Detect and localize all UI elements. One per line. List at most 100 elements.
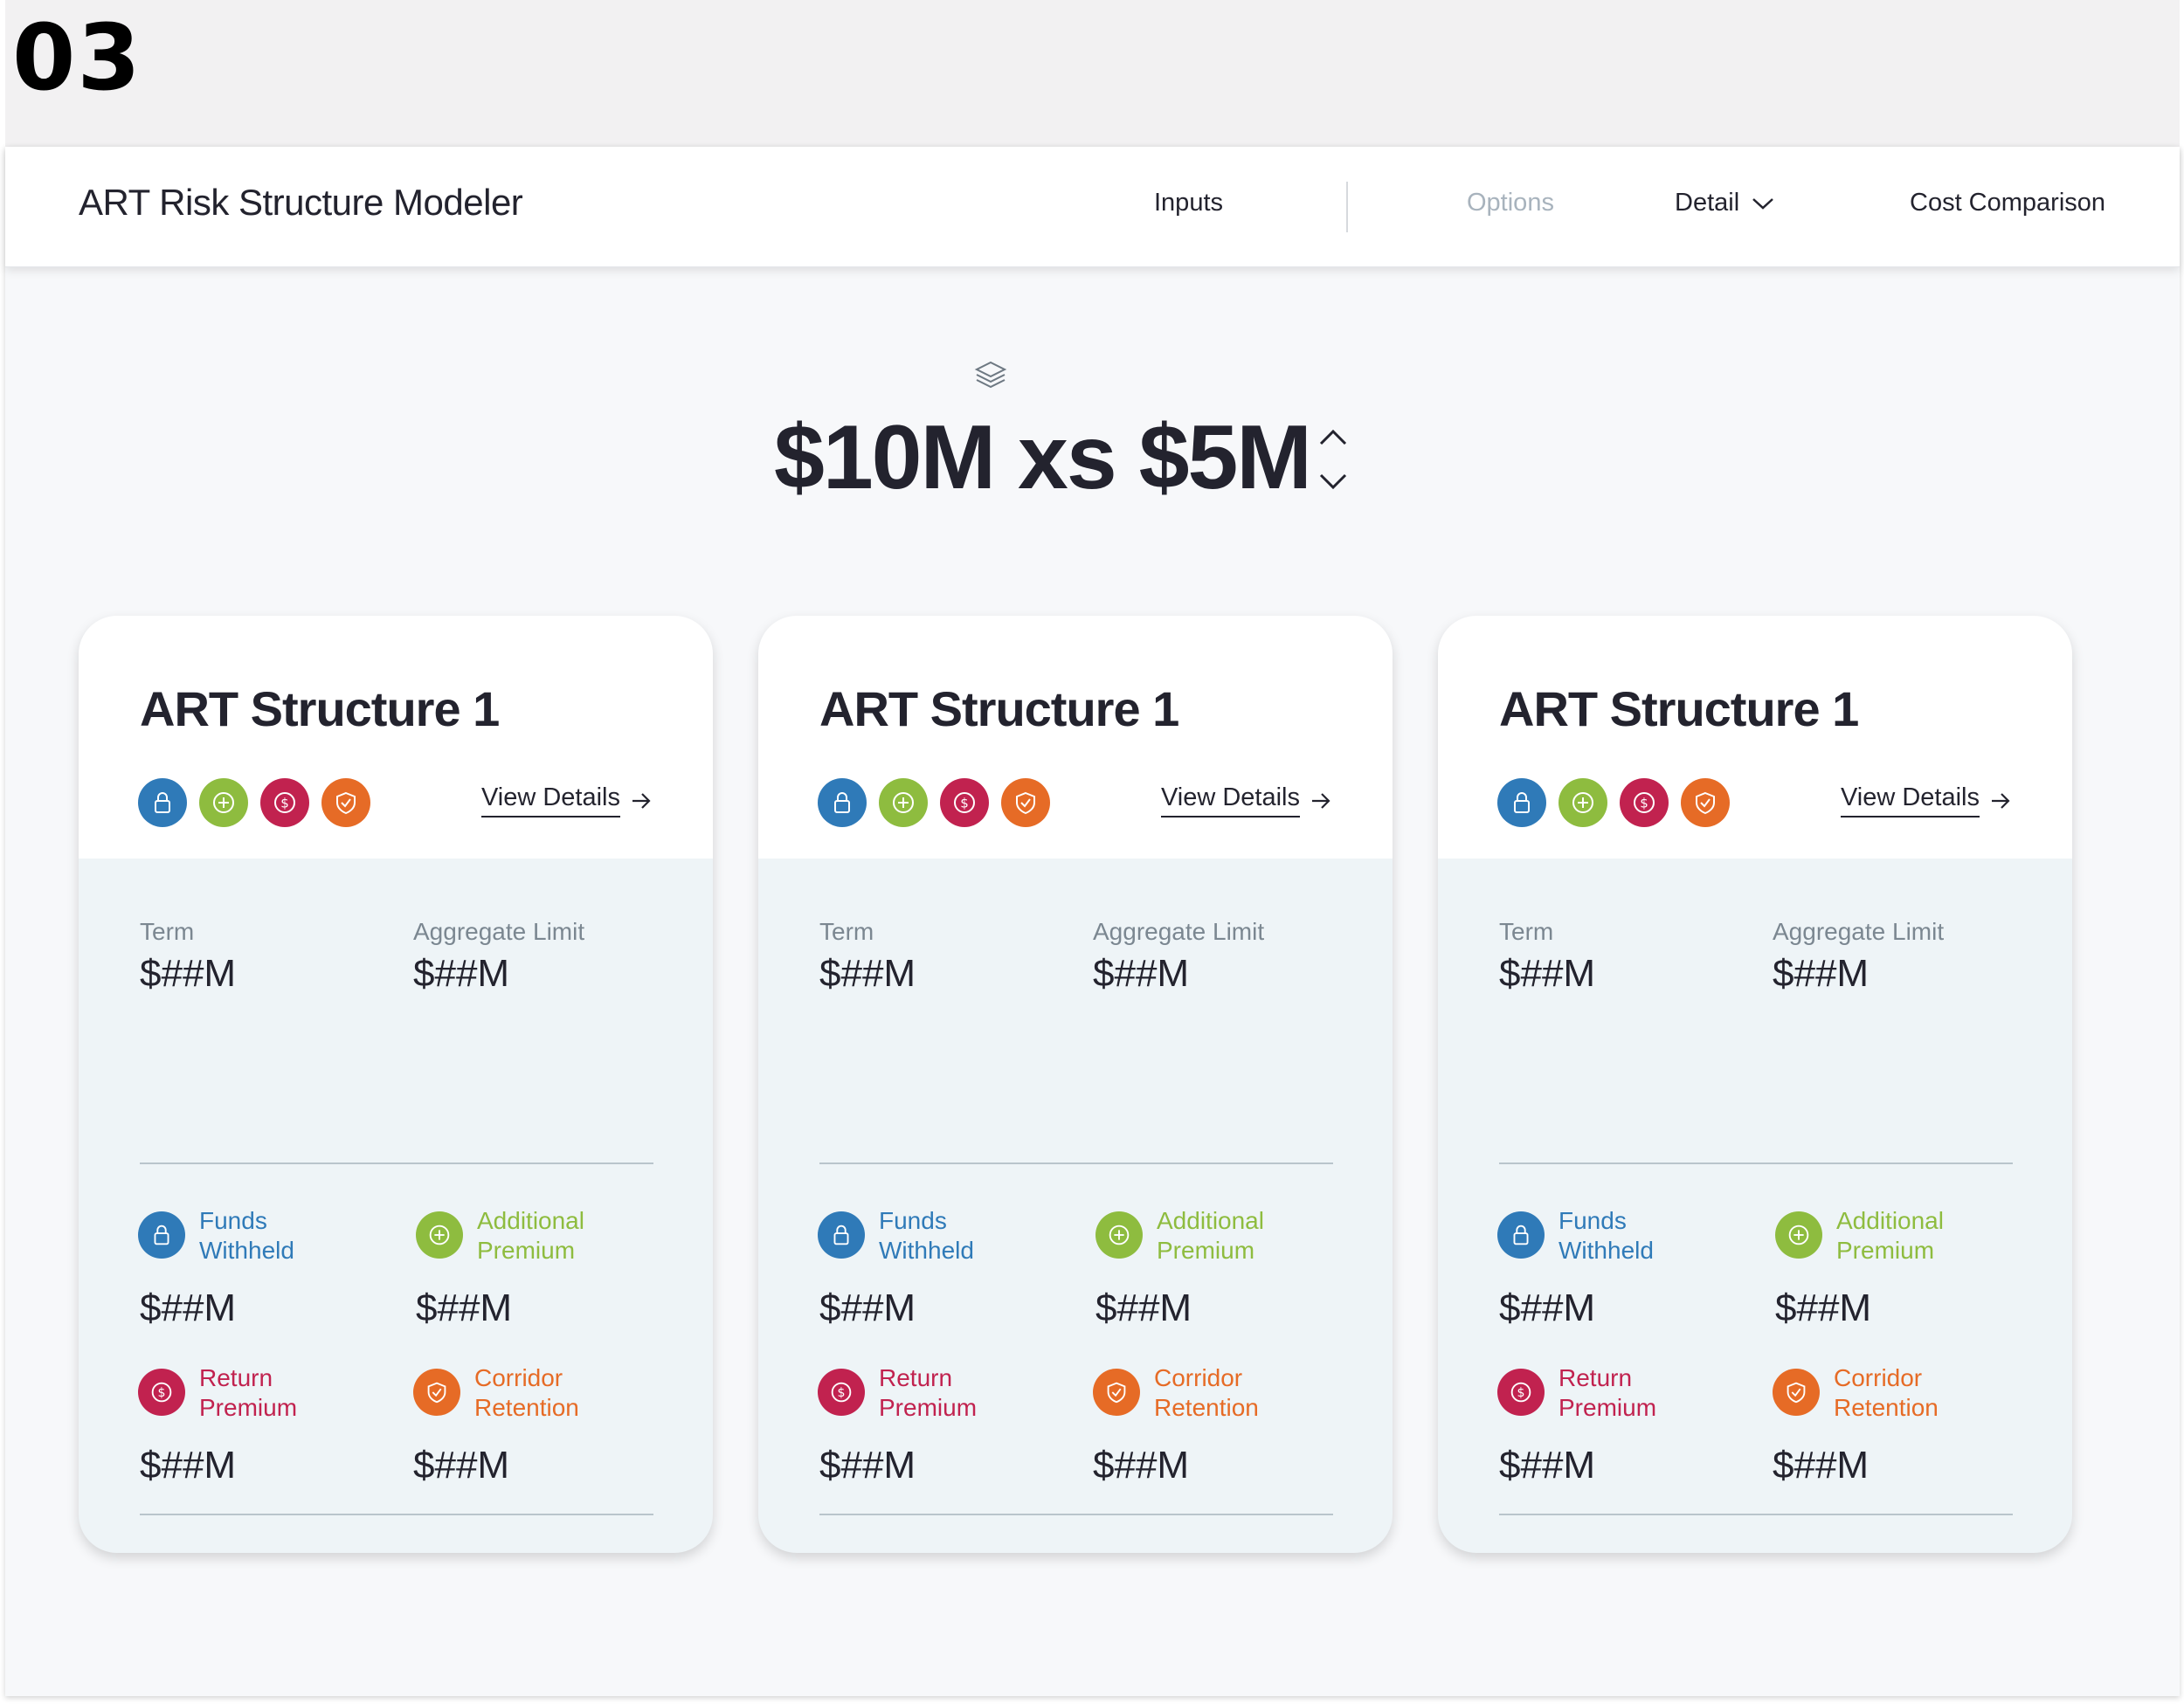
return-premium-label: Return Premium — [879, 1364, 978, 1421]
aggregate-limit-label: Aggregate Limit — [413, 918, 585, 945]
svg-text:$: $ — [960, 796, 969, 811]
plus-circle-icon — [879, 778, 928, 827]
additional-premium-item: Additional Premium — [1095, 1206, 1264, 1266]
lock-icon — [818, 778, 867, 827]
return-premium-item: $ Return Premium — [1497, 1363, 1656, 1423]
nav-cost-comparison-label: Cost Comparison — [1910, 189, 2106, 217]
card-feature-icons: $ — [818, 778, 1050, 827]
return-premium-value: $##M — [140, 1444, 237, 1487]
term-label: Term — [819, 918, 874, 945]
shield-icon — [413, 1369, 460, 1416]
corridor-retention-item: Corridor Retention — [1773, 1363, 1939, 1423]
return-premium-label: Return Premium — [199, 1364, 298, 1421]
chevron-down-icon — [1752, 197, 1773, 210]
card-header: ART Structure 1 $ View Details — [1438, 616, 2072, 859]
aggregate-limit-value: $##M — [1773, 952, 1870, 995]
card-title: ART Structure 1 — [140, 681, 500, 736]
plus-circle-icon — [199, 778, 248, 827]
dollar-icon: $ — [818, 1369, 865, 1416]
slide-header-strip: 03 — [5, 0, 2180, 147]
nav-options[interactable]: Options — [1467, 189, 1554, 217]
additional-premium-label: Additional Premium — [477, 1207, 584, 1264]
layer-stepper[interactable] — [1316, 424, 1351, 501]
funds-withheld-label: Funds Withheld — [199, 1207, 294, 1264]
layer-headline: $10M xs $5M — [774, 407, 1312, 508]
dollar-icon: $ — [260, 778, 309, 827]
dollar-icon: $ — [1620, 778, 1669, 827]
arrow-right-icon — [632, 792, 651, 809]
additional-premium-item: Additional Premium — [1775, 1206, 1944, 1266]
shield-icon — [1773, 1369, 1820, 1416]
view-details-link[interactable]: View Details — [480, 783, 652, 818]
arrow-right-icon — [1992, 792, 2010, 809]
additional-premium-label: Additional Premium — [1836, 1207, 1944, 1264]
view-details-link[interactable]: View Details — [1840, 783, 2011, 818]
term-value: $##M — [1499, 952, 1596, 995]
nav-detail-label: Detail — [1675, 189, 1740, 217]
return-premium-value: $##M — [819, 1444, 916, 1487]
return-premium-label: Return Premium — [1559, 1364, 1657, 1421]
divider — [140, 1514, 653, 1515]
corridor-retention-label: Corridor Retention — [474, 1364, 579, 1421]
plus-circle-icon — [1095, 1211, 1143, 1259]
svg-text:$: $ — [1640, 796, 1648, 811]
aggregate-limit-value: $##M — [413, 952, 510, 995]
corridor-retention-item: Corridor Retention — [1093, 1363, 1259, 1423]
shield-icon — [1681, 778, 1730, 827]
lock-icon — [138, 778, 187, 827]
card-title: ART Structure 1 — [1499, 681, 1859, 736]
corridor-retention-value: $##M — [413, 1444, 510, 1487]
additional-premium-value: $##M — [416, 1287, 513, 1329]
card-header: ART Structure 1 $ View Details — [758, 616, 1393, 859]
card-feature-icons: $ — [1497, 778, 1730, 827]
nav-inputs-label: Inputs — [1154, 189, 1223, 217]
term-label: Term — [140, 918, 195, 945]
top-navigation-bar: ART Risk Structure Modeler Inputs Option… — [5, 147, 2180, 267]
corridor-retention-value: $##M — [1773, 1444, 1870, 1487]
corridor-retention-label: Corridor Retention — [1834, 1364, 1939, 1421]
additional-premium-item: Additional Premium — [416, 1206, 584, 1266]
term-value: $##M — [819, 952, 916, 995]
shield-icon — [1093, 1369, 1140, 1416]
structure-card-1: ART Structure 1 $ View Details Term $##M… — [79, 616, 713, 1553]
nav-cost-comparison[interactable]: Cost Comparison — [1910, 189, 2105, 217]
term-label: Term — [1499, 918, 1554, 945]
funds-withheld-label: Funds Withheld — [879, 1207, 974, 1264]
svg-text:$: $ — [158, 1386, 166, 1400]
app-title: ART Risk Structure Modeler — [79, 182, 523, 223]
plus-circle-icon — [1775, 1211, 1822, 1259]
corridor-retention-label: Corridor Retention — [1154, 1364, 1259, 1421]
view-details-link[interactable]: View Details — [1160, 783, 1331, 818]
lock-icon — [1497, 1211, 1545, 1259]
dollar-icon: $ — [1497, 1369, 1545, 1416]
aggregate-limit-value: $##M — [1093, 952, 1190, 995]
funds-withheld-value: $##M — [140, 1287, 237, 1329]
dollar-icon: $ — [940, 778, 989, 827]
divider — [819, 1514, 1333, 1515]
shield-icon — [1001, 778, 1050, 827]
return-premium-item: $ Return Premium — [818, 1363, 977, 1423]
term-value: $##M — [140, 952, 237, 995]
aggregate-limit-label: Aggregate Limit — [1093, 918, 1265, 945]
nav-inputs[interactable]: Inputs — [1154, 189, 1223, 217]
divider — [1499, 1514, 2013, 1515]
chevron-up-icon[interactable] — [1316, 424, 1351, 451]
shield-icon — [321, 778, 370, 827]
nav-detail-dropdown[interactable]: Detail — [1675, 189, 1774, 217]
funds-withheld-item: Funds Withheld — [138, 1206, 294, 1266]
divider — [140, 1162, 653, 1164]
chevron-down-icon[interactable] — [1316, 468, 1351, 494]
lock-icon — [818, 1211, 865, 1259]
layers-icon — [974, 361, 1007, 389]
lock-icon — [138, 1211, 185, 1259]
additional-premium-value: $##M — [1095, 1287, 1192, 1329]
additional-premium-value: $##M — [1775, 1287, 1872, 1329]
card-header: ART Structure 1 $ View Details — [79, 616, 713, 859]
dollar-icon: $ — [138, 1369, 185, 1416]
return-premium-value: $##M — [1499, 1444, 1596, 1487]
additional-premium-label: Additional Premium — [1157, 1207, 1264, 1264]
return-premium-item: $ Return Premium — [138, 1363, 297, 1423]
view-details-label: View Details — [1840, 783, 1980, 818]
corridor-retention-item: Corridor Retention — [413, 1363, 579, 1423]
funds-withheld-value: $##M — [1499, 1287, 1596, 1329]
